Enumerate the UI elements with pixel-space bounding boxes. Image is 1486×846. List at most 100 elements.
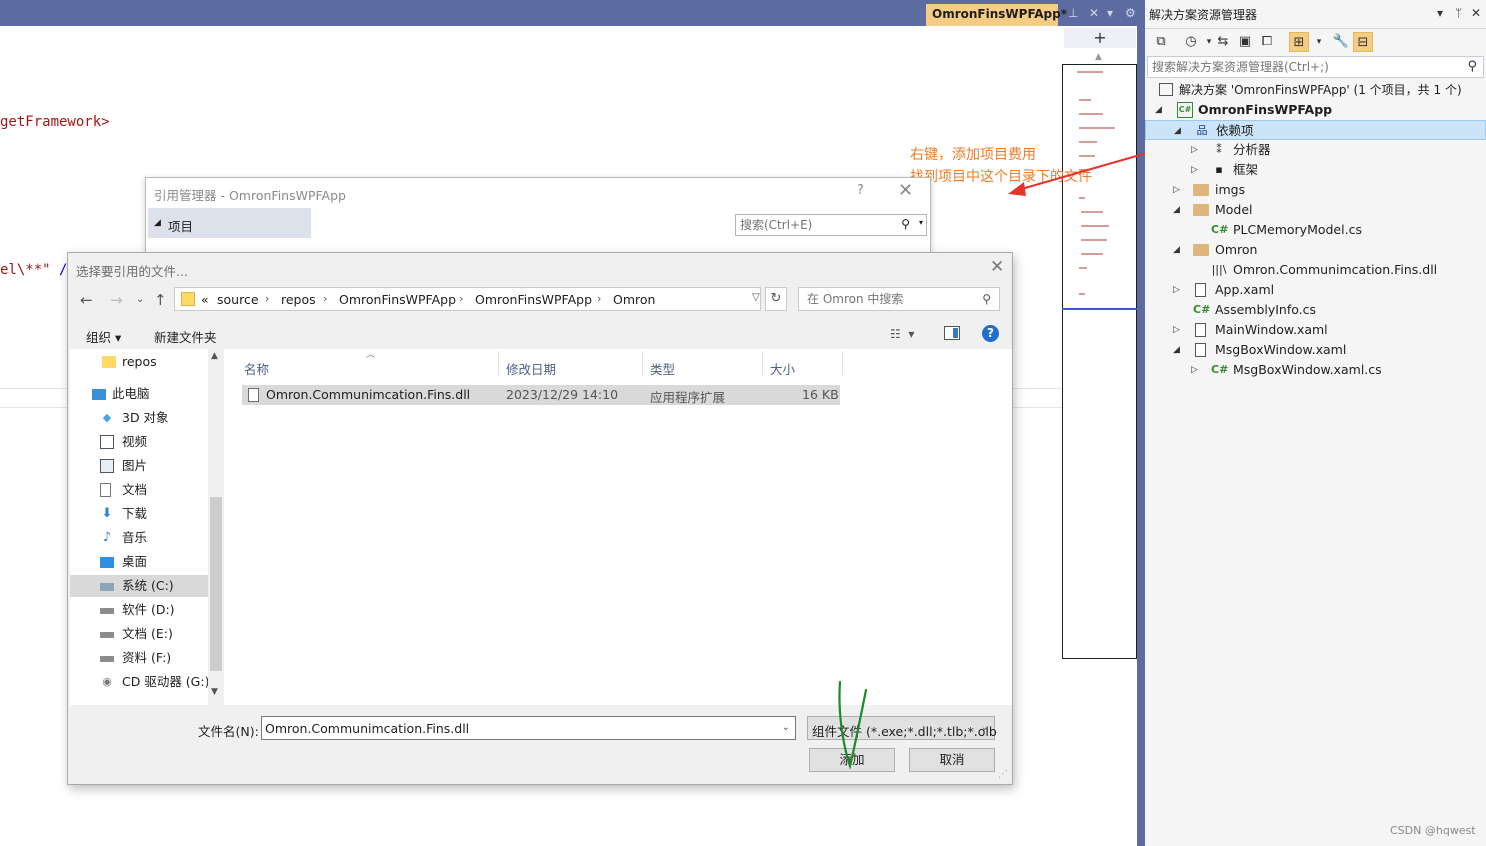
expanded-arrow-icon[interactable]: ◢ <box>1173 240 1183 260</box>
tree-item-analyzers[interactable]: ▷ ⁑ 分析器 <box>1145 140 1486 160</box>
tab-close-icon[interactable]: ✕ <box>1089 6 1099 20</box>
column-header-name[interactable]: 名称 <box>244 359 269 378</box>
tree-item-imgs[interactable]: ▷ imgs <box>1145 180 1486 200</box>
tree-item-assemblyinfo[interactable]: C# AssemblyInfo.cs <box>1145 300 1486 320</box>
help-icon[interactable]: ? <box>982 325 999 342</box>
collapsed-arrow-icon[interactable]: ▷ <box>1173 280 1183 300</box>
filename-input[interactable] <box>262 717 762 739</box>
expanded-arrow-icon[interactable]: ◢ <box>1173 200 1183 220</box>
switch-views-icon[interactable]: ⧉ <box>1151 32 1171 52</box>
column-header-size[interactable]: 大小 <box>770 359 795 378</box>
nav-item-documents[interactable]: 文档 <box>100 479 210 501</box>
collapsed-arrow-icon[interactable]: ▷ <box>1173 320 1183 340</box>
nav-item-drive-e[interactable]: 文档 (E:) <box>100 623 210 645</box>
collapsed-arrow-icon[interactable]: ▷ <box>1191 140 1201 160</box>
collapsed-arrow-icon[interactable]: ▷ <box>1191 360 1201 380</box>
search-icon[interactable]: ⚲ <box>1467 59 1477 74</box>
track-active-item-icon[interactable]: ⊞ <box>1289 32 1309 52</box>
nav-item-drive-f[interactable]: 资料 (F:) <box>100 647 210 669</box>
nav-item-downloads[interactable]: ⬇ 下载 <box>100 503 210 525</box>
properties-wrench-icon[interactable]: 🔧 <box>1331 32 1351 52</box>
refresh-icon[interactable]: ↻ <box>765 287 787 311</box>
nav-item-this-pc[interactable]: 此电脑 <box>92 383 210 405</box>
filename-field[interactable]: ⌄ <box>261 716 796 740</box>
folder-search[interactable]: ⚲ <box>798 287 1000 311</box>
new-folder-button[interactable]: 新建文件夹 <box>154 327 217 346</box>
nav-item-pictures[interactable]: 图片 <box>100 455 210 477</box>
document-tab[interactable]: OmronFinsWPFApp* <box>926 4 1067 26</box>
search-icon[interactable]: ⚲ <box>901 217 910 231</box>
close-icon[interactable]: ✕ <box>990 257 1004 277</box>
tree-item-msgboxwindow[interactable]: ◢ MsgBoxWindow.xaml <box>1145 340 1486 360</box>
breadcrumb-overflow[interactable]: « <box>201 292 209 307</box>
file-list[interactable]: ︿ 名称 修改日期 类型 大小 Omron.Communimcation.Fin… <box>224 349 1012 705</box>
tree-item-solution[interactable]: 解决方案 'OmronFinsWPFApp' (1 个项目，共 1 个) <box>1145 80 1486 100</box>
tree-item-app-xaml[interactable]: ▷ App.xaml <box>1145 280 1486 300</box>
dropdown-icon[interactable]: ▾ <box>1437 6 1443 20</box>
minimap-up-arrow-icon[interactable]: ▲ <box>1095 52 1102 62</box>
folder-search-input[interactable] <box>799 288 969 310</box>
show-all-files-icon[interactable]: ⧠ <box>1257 32 1277 52</box>
solution-explorer-search[interactable]: ⚲ <box>1147 56 1484 78</box>
reference-search-input[interactable] <box>736 215 896 235</box>
up-arrow-icon[interactable]: ↑ <box>154 291 167 309</box>
recent-locations-icon[interactable]: ⌄ <box>136 294 144 305</box>
dropdown-icon[interactable]: ▾ <box>919 218 923 227</box>
pin-icon[interactable]: ⊥ <box>1068 6 1078 20</box>
scroll-up-icon[interactable]: ▲ <box>211 351 218 361</box>
settings-gear-icon[interactable]: ⚙ <box>1125 6 1136 20</box>
cancel-button[interactable]: 取消 <box>909 748 995 772</box>
tree-item-omron-dll[interactable]: |||\ Omron.Communimcation.Fins.dll <box>1145 260 1486 280</box>
nav-item-3d-objects[interactable]: ◆ 3D 对象 <box>100 407 210 429</box>
breadcrumb-project-sub[interactable]: OmronFinsWPFApp <box>475 292 592 307</box>
panel-splitter[interactable] <box>1137 0 1145 846</box>
expanded-arrow-icon[interactable]: ◢ <box>1173 340 1183 360</box>
preview-pane-icon[interactable] <box>944 326 960 340</box>
tab-dropdown-icon[interactable]: ▾ <box>1107 6 1113 20</box>
sync-icon[interactable]: ⇆ <box>1213 32 1233 52</box>
chevron-down-icon[interactable]: ⌄ <box>981 722 989 733</box>
tree-item-dependencies[interactable]: ◢ 品 依赖项 <box>1145 120 1486 140</box>
nav-item-drive-d[interactable]: 软件 (D:) <box>100 599 210 621</box>
solution-explorer-search-input[interactable] <box>1148 57 1448 77</box>
pin-icon[interactable]: ᛘ <box>1455 6 1462 20</box>
tree-item-msgboxwindow-cs[interactable]: ▷ C# MsgBoxWindow.xaml.cs <box>1145 360 1486 380</box>
expanded-arrow-icon[interactable]: ◢ <box>154 218 161 228</box>
collapsed-arrow-icon[interactable]: ▷ <box>1173 180 1183 200</box>
breadcrumb-repos[interactable]: repos <box>281 292 316 307</box>
tree-item-omron[interactable]: ◢ Omron <box>1145 240 1486 260</box>
nav-item-drive-g[interactable]: ◉ CD 驱动器 (G:) <box>100 671 210 693</box>
pending-changes-icon[interactable]: ◷ <box>1181 32 1201 52</box>
resize-grip-icon[interactable]: ⋰ <box>998 769 1008 780</box>
tree-item-mainwindow[interactable]: ▷ MainWindow.xaml <box>1145 320 1486 340</box>
close-icon[interactable]: ✕ <box>898 180 913 201</box>
breadcrumb-source[interactable]: source <box>217 292 259 307</box>
nav-item-music[interactable]: ♪ 音乐 <box>100 527 210 549</box>
reference-manager-search[interactable]: ⚲ ▾ <box>735 214 927 236</box>
nav-item-repos[interactable]: repos <box>102 351 212 373</box>
tree-item-project[interactable]: ◢ C# OmronFinsWPFApp <box>1145 100 1486 120</box>
breadcrumb-omron[interactable]: Omron <box>613 292 655 307</box>
nav-item-drive-c[interactable]: 系统 (C:) <box>70 575 208 597</box>
collapsed-arrow-icon[interactable]: ▷ <box>1191 160 1201 180</box>
navigation-scrollbar[interactable]: ▲ ▼ <box>208 349 224 705</box>
preview-icon[interactable]: ⊟ <box>1353 32 1373 52</box>
close-icon[interactable]: ✕ <box>1471 6 1481 20</box>
forward-arrow-icon[interactable]: → <box>110 291 123 309</box>
expanded-arrow-icon[interactable]: ◢ <box>1155 100 1165 120</box>
dropdown-icon[interactable]: ▾ <box>1309 32 1329 52</box>
scroll-down-icon[interactable]: ▼ <box>211 687 218 697</box>
back-arrow-icon[interactable]: ← <box>80 291 93 309</box>
expanded-arrow-icon[interactable]: ◢ <box>1174 121 1184 141</box>
breadcrumb-project[interactable]: OmronFinsWPFApp <box>339 292 456 307</box>
help-question-button[interactable]: ? <box>857 183 864 198</box>
column-header-type[interactable]: 类型 <box>650 359 675 378</box>
nav-item-desktop[interactable]: 桌面 <box>100 551 210 573</box>
file-row[interactable]: Omron.Communimcation.Fins.dll 2023/12/29… <box>242 385 840 405</box>
chevron-down-icon[interactable]: ▽ <box>752 292 760 303</box>
search-icon[interactable]: ⚲ <box>982 292 991 306</box>
tree-item-plcmemorymodel[interactable]: C# PLCMemoryModel.cs <box>1145 220 1486 240</box>
tree-item-model[interactable]: ◢ Model <box>1145 200 1486 220</box>
scrollbar-thumb[interactable] <box>210 497 222 671</box>
chevron-down-icon[interactable]: ⌄ <box>782 722 790 733</box>
